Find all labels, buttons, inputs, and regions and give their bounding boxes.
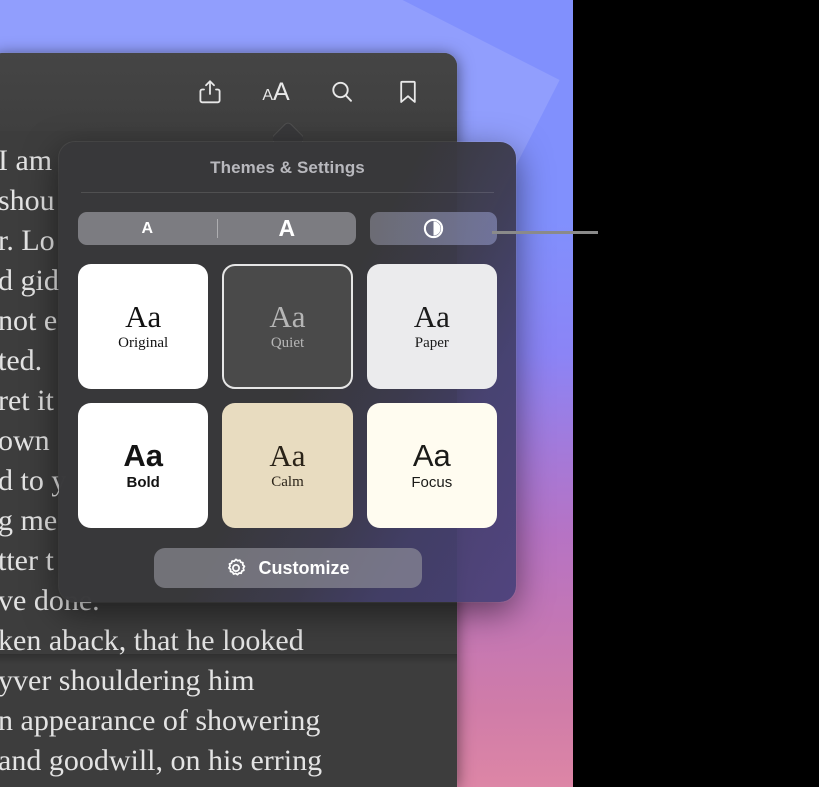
theme-sample-glyphs: Aa (413, 298, 450, 334)
popover-arrow (273, 120, 303, 144)
text-size-small-a: A (262, 86, 273, 104)
contrast-toggle-button[interactable] (370, 212, 497, 245)
reader-text-line: n appearance of showering (0, 704, 321, 737)
popover-title: Themes & Settings (210, 158, 365, 177)
theme-sample-glyphs: Aa (412, 437, 451, 473)
theme-name-label: Calm (271, 474, 304, 491)
bookmark-icon (400, 80, 416, 103)
contrast-circle-icon (423, 218, 444, 239)
gear-icon (228, 558, 246, 576)
font-size-increase-button[interactable]: A (218, 212, 357, 245)
font-size-decrease-button[interactable]: A (78, 212, 217, 245)
reader-text-line: yver shouldering him (0, 664, 255, 697)
theme-sample-glyphs: Aa (125, 298, 162, 334)
theme-card-calm[interactable]: Aa Calm (222, 403, 353, 528)
theme-card-original[interactable]: Aa Original (78, 264, 209, 389)
text-size-button[interactable]: AA (257, 73, 295, 111)
search-icon (332, 81, 352, 102)
reader-toolbar: AA (0, 53, 457, 131)
theme-name-label: Focus (411, 474, 453, 492)
share-icon (199, 80, 221, 104)
screen: AA I am shou r. Lo d gid not e ted. ret it own d… (0, 0, 819, 787)
themes-settings-popover: Themes & Settings A A Aa Original Aa Quiet A… (59, 142, 516, 602)
theme-card-paper[interactable]: Aa Paper (366, 264, 497, 389)
customize-button[interactable]: Customize (153, 548, 422, 588)
share-button[interactable] (191, 73, 229, 111)
theme-name-label: Quiet (270, 335, 305, 352)
text-size-big-a: A (272, 77, 290, 106)
theme-grid: Aa Original Aa Quiet Aa Paper Aa Bold Aa Calm Aa Fo… (59, 245, 516, 528)
theme-sample-glyphs: Aa (269, 298, 306, 334)
theme-name-label: Paper (414, 335, 449, 352)
search-button[interactable] (323, 73, 361, 111)
customize-button-label: Customize (258, 557, 350, 578)
theme-card-bold[interactable]: Aa Bold (78, 403, 209, 528)
theme-name-label: Bold (126, 474, 160, 492)
font-size-segmented-control[interactable]: A A (78, 212, 356, 245)
text-size-icon: AA (262, 77, 290, 106)
controls-row: A A (59, 193, 516, 245)
customize-row: Customize (59, 528, 516, 588)
bookmark-button[interactable] (389, 73, 427, 111)
theme-sample-glyphs: Aa (269, 437, 306, 473)
theme-card-quiet[interactable]: Aa Quiet (222, 264, 353, 389)
theme-sample-glyphs: Aa (123, 437, 163, 473)
theme-name-label: Original (118, 335, 169, 352)
reader-text-line: ken aback, that he looked (0, 624, 304, 657)
callout-line (492, 231, 598, 234)
reader-text-line: and goodwill, on his erring (0, 744, 323, 777)
theme-card-focus[interactable]: Aa Focus (366, 403, 497, 528)
